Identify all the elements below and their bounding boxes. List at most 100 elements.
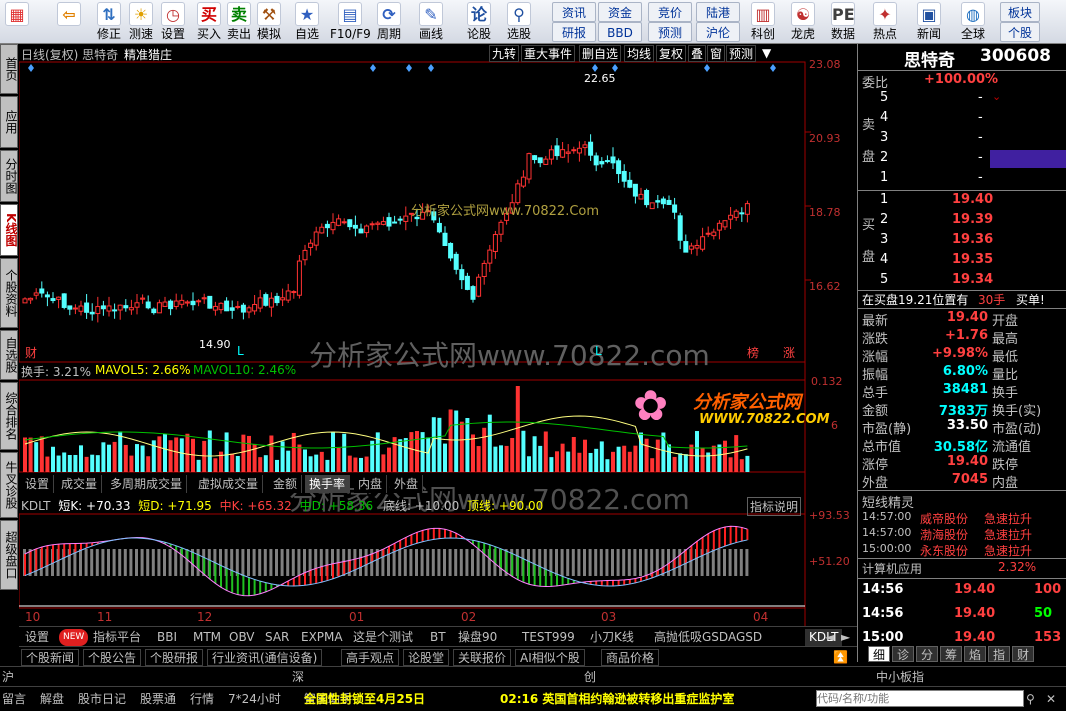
dropdown-icon[interactable]: ⌄ <box>992 90 1001 103</box>
quote-tab-6[interactable]: 财 <box>1012 646 1034 662</box>
vol-tab-0[interactable]: 设置 <box>21 475 55 493</box>
indicator-tab-3[interactable]: BBI <box>153 629 181 646</box>
chart-btn-0[interactable]: 九转 <box>489 45 520 62</box>
quote-tab-0[interactable]: 细 <box>868 646 890 662</box>
info-tab-2[interactable]: 个股研报 <box>145 649 204 666</box>
vol-tab-4[interactable]: 金额 <box>269 475 303 493</box>
market-zxb[interactable]: 中小板指 <box>876 669 924 686</box>
indicator-tab-10[interactable]: 操盘90 <box>454 629 501 646</box>
info-tab-1[interactable]: 个股公告 <box>83 649 142 666</box>
chart-btn-3[interactable]: 均线 <box>624 45 655 62</box>
jingling-stock-1[interactable]: 渤海股份 <box>920 526 968 543</box>
info-tab-0[interactable]: 个股新闻 <box>21 649 80 666</box>
toolbar-small-button-0[interactable]: 资讯 <box>552 2 596 22</box>
indicator-tab-8[interactable]: 这是个测试 <box>349 629 417 646</box>
indicator-tab-5[interactable]: OBV <box>225 629 259 646</box>
toolbar-button-18[interactable]: ▣ 新闻 <box>912 1 946 43</box>
status-item-2[interactable]: 股市日记 <box>78 691 126 708</box>
info-tab-3[interactable]: 行业资讯(通信设备) <box>207 649 323 666</box>
search-icon[interactable]: ⚲ <box>1026 691 1035 708</box>
collapse-up-icon[interactable]: ⏫ <box>833 649 848 666</box>
toolbar-button-3[interactable]: ☀ 测速 <box>124 1 158 43</box>
indicator-tab-9[interactable]: BT <box>426 629 450 646</box>
toolbar-small-button-3[interactable]: 陆港 <box>696 2 740 22</box>
chart-btn-4[interactable]: 复权 <box>656 45 687 62</box>
toolbar-small-button-8[interactable]: 板块 <box>1000 2 1040 22</box>
left-tab-3[interactable]: K线图 <box>0 204 18 256</box>
market-sz[interactable]: 深 <box>292 669 304 686</box>
status-item-1[interactable]: 解盘 <box>40 691 64 708</box>
kline-chart-area[interactable]: 日线(复权) 思特奇 精准猎庄 九转 重大事件 删自选 均线 复权叠窗预测 ▼ 23.08… <box>19 44 857 626</box>
toolbar-button-2[interactable]: ⇅ 修正 <box>92 1 126 43</box>
indicator-help-button[interactable]: 指标说明 <box>747 497 802 516</box>
search-input[interactable] <box>816 690 1024 707</box>
vol-tab-3[interactable]: 虚拟成交量 <box>194 475 264 493</box>
vol-tab-1[interactable]: 成交量 <box>57 475 103 493</box>
chart-btn-7[interactable]: 预测 <box>726 45 757 62</box>
vol-tab-5[interactable]: 换手率 <box>305 475 351 493</box>
indicator-tab-12[interactable]: 小刀K线 <box>586 629 638 646</box>
left-tab-0[interactable]: 首页 <box>0 44 18 94</box>
toolbar-small-button-9[interactable]: 个股 <box>1000 22 1040 42</box>
chart-menu-chevron-icon[interactable]: ▼ <box>762 45 771 62</box>
toolbar-button-7[interactable]: ⚒ 模拟 <box>252 1 286 43</box>
toolbar-button-6[interactable]: 卖卖出 <box>222 1 256 43</box>
toolbar-small-button-1[interactable]: 资金 <box>598 2 642 22</box>
indicator-tab-11[interactable]: TEST999 <box>518 629 579 646</box>
market-cy[interactable]: 创 <box>584 669 596 686</box>
toolbar-button-13[interactable]: ⚲ 选股 <box>502 1 536 43</box>
toolbar-small-button-2[interactable]: 竞价 <box>648 2 692 22</box>
chart-btn-1[interactable]: 重大事件 <box>521 45 576 62</box>
status-item-4[interactable]: 行情 <box>190 691 214 708</box>
toolbar-small-button-6[interactable]: 预测 <box>648 22 692 42</box>
left-tab-4[interactable]: 个股资料 <box>0 258 18 328</box>
toolbar-small-button-7[interactable]: 沪伦 <box>696 22 740 42</box>
quote-tab-1[interactable]: 诊 <box>892 646 914 662</box>
left-tab-6[interactable]: 综合排名 <box>0 382 18 450</box>
indicator-tab-0[interactable]: 设置 <box>21 629 53 646</box>
toolbar-button-11[interactable]: ✎ 画线 <box>414 1 448 43</box>
vol-tab-2[interactable]: 多周期成交量 <box>106 475 188 493</box>
status-item-5[interactable]: 7*24小时 <box>228 691 281 708</box>
toolbar-button-10[interactable]: ⟳ 周期 <box>372 1 406 43</box>
indicator-tab-2[interactable]: 指标平台 <box>89 629 145 646</box>
chart-btn-6[interactable]: 窗 <box>707 45 726 62</box>
toolbar-small-button-5[interactable]: BBD <box>598 22 642 42</box>
left-tab-7[interactable]: 牛叉诊股 <box>0 452 18 518</box>
indicator-tab-14[interactable]: KDLT <box>805 629 843 646</box>
left-tab-2[interactable]: 分时图 <box>0 150 18 202</box>
toolbar-button-12[interactable]: 论论股 <box>462 1 496 43</box>
quote-tab-2[interactable]: 分 <box>916 646 938 662</box>
tabs-next-icon[interactable]: ► <box>841 629 850 646</box>
toolbar-small-button-4[interactable]: 研报 <box>552 22 596 42</box>
quote-tab-3[interactable]: 筹 <box>940 646 962 662</box>
left-tab-5[interactable]: 自选股 <box>0 330 18 380</box>
indicator-tab-7[interactable]: EXPMA <box>297 629 347 646</box>
chart-btn-5[interactable]: 叠 <box>688 45 707 62</box>
indicator-tab-4[interactable]: MTM <box>189 629 225 646</box>
left-tab-1[interactable]: 应用 <box>0 96 18 148</box>
info-tab-5[interactable]: 论股堂 <box>403 649 450 666</box>
market-sh[interactable]: 沪 <box>2 669 14 686</box>
quote-tab-5[interactable]: 指 <box>988 646 1010 662</box>
toolbar-button-8[interactable]: ★ 自选 <box>290 1 324 43</box>
toolbar-button-9[interactable]: ▤ F10/F9 <box>330 1 371 43</box>
toolbar-button-19[interactable]: ◍ 全球 <box>956 1 990 43</box>
info-tab-7[interactable]: AI相似个股 <box>515 649 585 666</box>
toolbar-button-0[interactable]: ▦ <box>0 1 34 43</box>
status-item-3[interactable]: 股票通 <box>140 691 176 708</box>
quote-tab-4[interactable]: 焰 <box>964 646 986 662</box>
status-item-0[interactable]: 留言 <box>2 691 26 708</box>
vol-tab-7[interactable]: 外盘 <box>390 475 424 493</box>
toolbar-button-14[interactable]: ▥ 科创 <box>746 1 780 43</box>
tabs-prev-icon[interactable]: ◄ <box>825 629 834 646</box>
jingling-stock-2[interactable]: 永东股份 <box>920 542 968 559</box>
chart-btn-2[interactable]: 删自选 <box>579 45 622 62</box>
indicator-tab-13[interactable]: 高抛低吸GSDAGSD <box>650 629 766 646</box>
left-tab-8[interactable]: 超级盘口 <box>0 520 18 590</box>
toolbar-button-4[interactable]: ◷ 设置 <box>156 1 190 43</box>
info-tab-4[interactable]: 高手观点 <box>341 649 400 666</box>
info-tab-8[interactable]: 商品价格 <box>601 649 660 666</box>
jingling-stock-0[interactable]: 威帝股份 <box>920 510 968 527</box>
close-icon[interactable]: ✕ <box>1046 691 1056 708</box>
